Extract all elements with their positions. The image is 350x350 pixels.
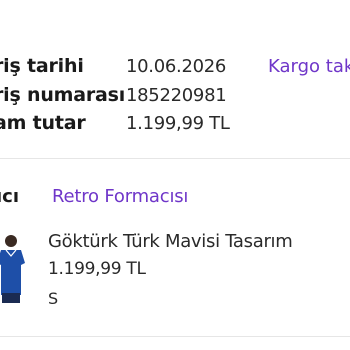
order-number-value: 185220981 — [126, 85, 227, 106]
product-name[interactable]: Göktürk Türk Mavisi Tasarım — [48, 231, 293, 252]
cargo-tracking-link[interactable]: Kargo tak — [268, 56, 350, 77]
order-number-label: riş numarası — [0, 84, 126, 106]
order-total-label: am tutar — [0, 112, 86, 134]
product-size: S — [48, 289, 59, 308]
seller-name-link[interactable]: Retro Formacısı — [52, 186, 188, 207]
seller-label: ıcı — [0, 186, 20, 207]
bottom-divider — [0, 336, 350, 337]
section-divider — [0, 158, 350, 159]
jersey-image[interactable] — [0, 233, 28, 307]
order-date-value: 10.06.2026 — [126, 56, 227, 77]
order-total-value: 1.199,99 TL — [126, 113, 230, 134]
product-price: 1.199,99 TL — [48, 259, 146, 279]
order-date-label: riş tarihi — [0, 55, 84, 77]
